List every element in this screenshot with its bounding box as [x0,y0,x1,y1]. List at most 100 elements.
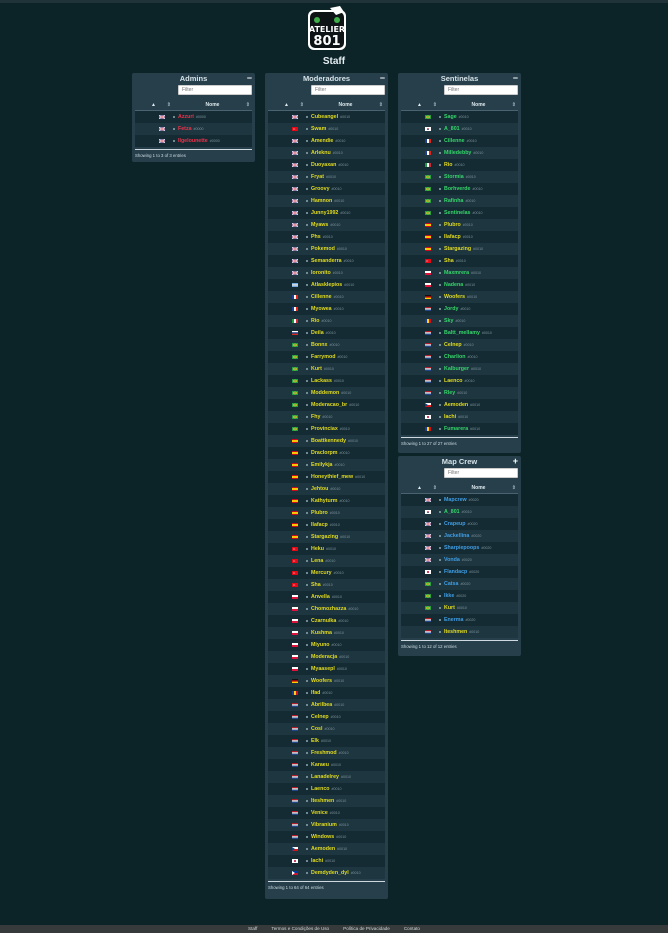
username-link[interactable]: Miyuno [311,642,330,648]
flag-column-header[interactable]: ▲ ⇕ [401,100,439,110]
username-link[interactable]: Cillenne [444,138,465,144]
username-link[interactable]: Sentinelas [444,210,471,216]
username-link[interactable]: Deila [311,330,324,336]
username-link[interactable]: Ilafacp [311,522,328,528]
username-link[interactable]: Jehtou [311,486,328,492]
username-link[interactable]: Boattkennedy [311,438,346,444]
username-link[interactable]: Phs [311,234,321,240]
username-link[interactable]: Iachi [444,414,456,420]
username-link[interactable]: Kathyturm [311,498,338,504]
username-link[interactable]: Ilafacp [444,234,461,240]
username-link[interactable]: Bonnx [311,342,327,348]
username-link[interactable]: Kalburger [444,366,469,372]
flag-column-header[interactable]: ▲ ⇕ [401,483,439,493]
username-link[interactable]: Moddemon [311,390,339,396]
username-link[interactable]: Charlion [444,354,465,360]
username-link[interactable]: Sharpiepoops [444,545,479,551]
username-link[interactable]: A_801 [444,126,460,132]
expand-toggle-button[interactable]: + [513,456,518,466]
footer-link-terms[interactable]: Termos e Condições de Uso [271,925,329,933]
username-link[interactable]: Vonda [444,557,460,563]
username-link[interactable]: A_801 [444,509,460,515]
username-link[interactable]: Junny1992 [311,210,338,216]
username-link[interactable]: Hamnon [311,198,332,204]
username-link[interactable]: Sky [444,318,453,324]
username-link[interactable]: Woofers [311,678,332,684]
username-link[interactable]: Nadena [444,282,463,288]
username-link[interactable]: Lanadelrey [311,774,339,780]
username-link[interactable]: Draclorpm [311,450,338,456]
username-link[interactable]: Rafinha [444,198,463,204]
username-link[interactable]: Crapeup [444,521,466,527]
footer-link-privacy[interactable]: Política de Privacidade [343,925,390,933]
username-link[interactable]: Stormia [444,174,464,180]
username-link[interactable]: Ikke [444,593,454,599]
username-link[interactable]: Stargazing [311,534,338,540]
username-link[interactable]: Emilykja [311,462,333,468]
username-link[interactable]: Ilgelounette [178,138,208,144]
username-link[interactable]: Enerma [444,617,463,623]
username-link[interactable]: Provinciax [311,426,338,432]
username-link[interactable]: Lackass [311,378,332,384]
username-link[interactable]: Chomozhazza [311,606,346,612]
username-link[interactable]: Atlasklepios [311,282,342,288]
username-link[interactable]: Azzuri [178,114,194,120]
name-column-header[interactable]: Nome ⇕ [173,100,252,110]
username-link[interactable]: Moderacao_br [311,402,347,408]
username-link[interactable]: Iteshmen [444,629,467,635]
collapse-toggle-button[interactable]: − [247,73,252,83]
username-link[interactable]: Kushma [311,630,332,636]
username-link[interactable]: Plubro [444,222,461,228]
username-link[interactable]: Abrilbea [311,702,332,708]
username-link[interactable]: Lena [311,558,323,564]
username-link[interactable]: Stargazing [444,246,471,252]
username-link[interactable]: Celnep [311,714,329,720]
username-link[interactable]: Honeythief_mew [311,474,353,480]
username-link[interactable]: Demdyden_dyl [311,870,349,876]
filter-input[interactable] [444,85,518,95]
username-link[interactable]: Fryat [311,174,324,180]
username-link[interactable]: Fetza [178,126,192,132]
username-link[interactable]: Maxmrera [444,270,469,276]
username-link[interactable]: Cillenne [311,294,332,300]
username-link[interactable]: Fumarera [444,426,468,432]
username-link[interactable]: Celnep [444,342,462,348]
username-link[interactable]: Duoyaxan [311,162,336,168]
username-link[interactable]: Kurt [444,605,455,611]
footer-link-contact[interactable]: Contato [404,925,420,933]
username-link[interactable]: Rley [444,390,455,396]
username-link[interactable]: Elk [311,738,319,744]
username-link[interactable]: Aemoden [311,846,335,852]
username-link[interactable]: Baltt_mellamy [444,330,480,336]
footer-link-staff[interactable]: Staff [248,925,257,933]
username-link[interactable]: Swam [311,126,326,132]
name-column-header[interactable]: Nome ⇕ [439,100,518,110]
username-link[interactable]: Iteshmen [311,798,334,804]
flag-column-header[interactable]: ▲ ⇕ [135,100,173,110]
collapse-toggle-button[interactable]: − [380,73,385,83]
username-link[interactable]: Anvella [311,594,330,600]
name-column-header[interactable]: Nome ⇕ [306,100,385,110]
username-link[interactable]: Ioronito [311,270,331,276]
username-link[interactable]: Czarnulka [311,618,336,624]
username-link[interactable]: Cosl [311,726,322,732]
username-link[interactable]: Arleknu [311,150,331,156]
username-link[interactable]: Milledebby [444,150,471,156]
username-link[interactable]: Fhy [311,414,320,420]
username-link[interactable]: Karaeu [311,762,329,768]
username-link[interactable]: Farrymod [311,354,335,360]
username-link[interactable]: Plubro [311,510,328,516]
username-link[interactable]: Vibranium [311,822,337,828]
username-link[interactable]: Jordy [444,306,458,312]
username-link[interactable]: Amendie [311,138,333,144]
username-link[interactable]: Sha [311,582,321,588]
username-link[interactable]: Rio [311,318,320,324]
username-link[interactable]: Freshmod [311,750,337,756]
filter-input[interactable] [444,468,518,478]
username-link[interactable]: Venice [311,810,328,816]
flag-column-header[interactable]: ▲ ⇕ [268,100,306,110]
filter-input[interactable] [311,85,385,95]
site-logo[interactable]: ATELIER 801 [306,6,348,52]
username-link[interactable]: Jackellina [444,533,469,539]
username-link[interactable]: Laenco [311,786,330,792]
